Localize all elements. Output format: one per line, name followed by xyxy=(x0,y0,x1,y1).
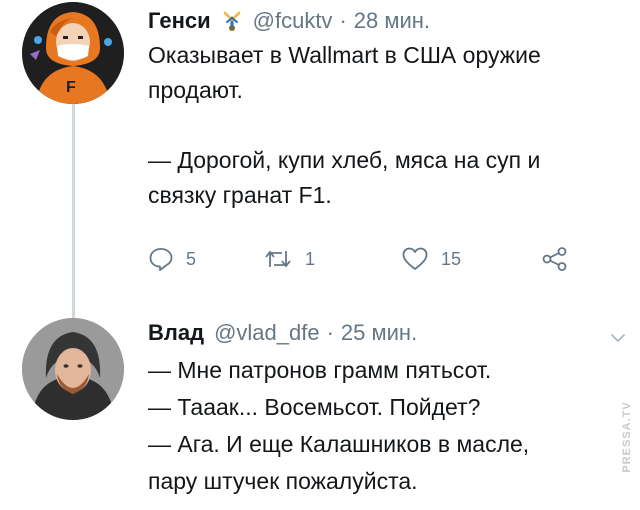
like-count: 15 xyxy=(441,248,462,269)
tweet-text-line: продают. xyxy=(148,77,243,103)
cartwheel-emoji-icon xyxy=(221,10,243,32)
tweet-text: Оказывает в Wallmart в США оружие продаю… xyxy=(148,38,618,213)
thread-connector-line xyxy=(72,104,75,318)
tweet-text-line: Оказывает в Wallmart в США оружие xyxy=(148,42,541,68)
share-button[interactable] xyxy=(541,244,569,274)
share-icon xyxy=(541,246,569,272)
tweet-text: — Мне патронов грамм пятьсот. — Тааак...… xyxy=(148,352,618,500)
separator-dot: · xyxy=(326,320,334,345)
svg-text:F: F xyxy=(66,79,76,96)
like-button[interactable]: 15 xyxy=(401,244,541,274)
user-handle[interactable]: @vlad_dfe xyxy=(214,320,320,346)
retweet-count: 1 xyxy=(305,248,316,269)
tweet-header: Генси @fcuktv · 28 мин. xyxy=(148,6,618,36)
avatar[interactable]: F xyxy=(22,2,124,104)
tweet-text-line: — Ага. И еще Калашников в масле, xyxy=(148,431,530,457)
tweet-content: Влад @vlad_dfe · 25 мин. — Мне патронов … xyxy=(148,318,618,500)
separator-dot: · xyxy=(339,8,347,33)
reply-icon xyxy=(148,246,174,272)
watermark: PRESSA.TV xyxy=(616,382,638,492)
watermark-text: PRESSA.TV xyxy=(621,401,633,473)
tweet-text-line: — Тааак... Восемьсот. Пойдет? xyxy=(148,394,481,420)
timestamp[interactable]: 25 мин. xyxy=(341,320,417,346)
avatar[interactable] xyxy=(22,318,124,420)
tweet-header: Влад @vlad_dfe · 25 мин. xyxy=(148,318,618,348)
tweet-text-line: — Дорогой, купи хлеб, мяса на суп и xyxy=(148,147,541,173)
tweet-content: Генси @fcuktv · 28 мин. Оказывает в Wall… xyxy=(148,6,618,213)
user-handle[interactable]: @fcuktv xyxy=(253,8,333,34)
tweet-text-line: пару штучек пожалуйста. xyxy=(148,468,418,494)
tweet-text-line: связку гранат F1. xyxy=(148,182,332,208)
retweet-button[interactable]: 1 xyxy=(263,244,401,274)
display-name[interactable]: Влад xyxy=(148,320,204,346)
display-name[interactable]: Генси xyxy=(148,8,211,34)
tweet-actions: 5 1 15 xyxy=(148,244,588,274)
tweet-text-line: — Мне патронов грамм пятьсот. xyxy=(148,357,492,383)
chevron-down-icon[interactable] xyxy=(610,330,626,346)
retweet-icon xyxy=(263,246,293,272)
heart-icon xyxy=(401,246,429,272)
reply-count: 5 xyxy=(186,248,197,269)
timestamp[interactable]: 28 мин. xyxy=(354,8,430,34)
reply-button[interactable]: 5 xyxy=(148,244,263,274)
